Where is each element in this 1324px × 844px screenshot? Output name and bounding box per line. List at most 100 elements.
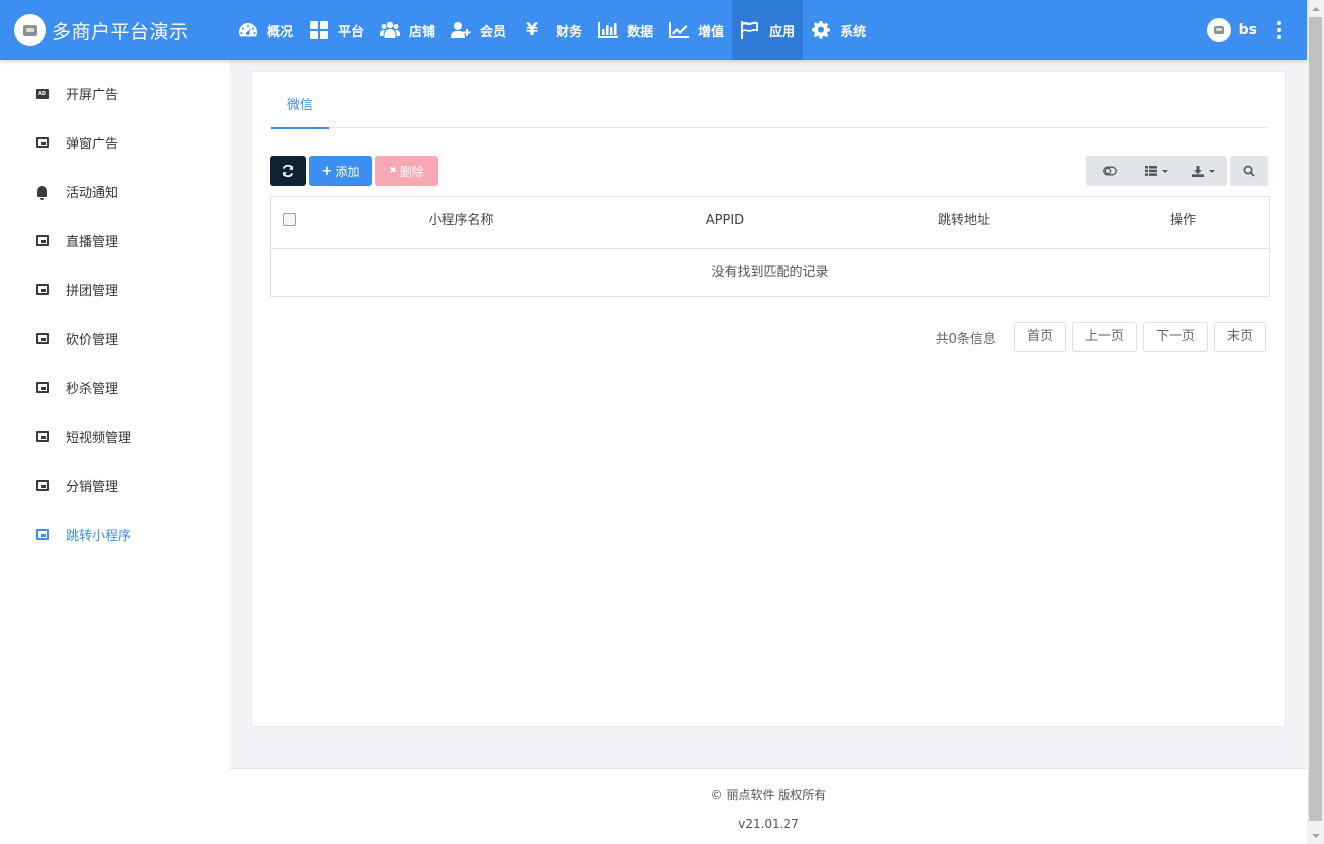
ad-frame-icon [35, 431, 49, 443]
toggle-view-button[interactable] [1086, 156, 1133, 186]
top-navbar: 多商户平台演示 概况 平台 店铺 会员 ¥ 财务 数据 增值 应用 系统 bs [0, 0, 1307, 60]
list-icon [1145, 166, 1157, 176]
brand[interactable]: 多商户平台演示 [0, 0, 230, 60]
nav-item-system[interactable]: 系统 [803, 0, 874, 60]
nav-label: 增值 [698, 24, 725, 40]
user-menu[interactable]: bs [1206, 0, 1285, 60]
table-tools [1086, 156, 1268, 186]
user-plus-icon [451, 22, 471, 38]
tool-group [1086, 156, 1227, 186]
search-icon [1243, 165, 1255, 177]
export-dropdown-button[interactable] [1180, 156, 1227, 186]
ad-frame-icon [35, 529, 49, 541]
nav-label: 数据 [627, 24, 654, 40]
sidebar-item-label: 直播管理 [66, 235, 119, 250]
sidebar-item-mini-program[interactable]: 跳转小程序 [0, 510, 230, 559]
empty-message: 没有找到匹配的记录 [711, 265, 829, 280]
app-title: 多商户平台演示 [52, 20, 189, 43]
ad-frame-icon [35, 333, 49, 345]
column-header-name[interactable]: 小程序名称 [311, 197, 611, 249]
nav-item-platform[interactable]: 平台 [301, 0, 372, 60]
caret-down-icon [1209, 169, 1215, 173]
column-header-appid[interactable]: APPID [611, 197, 839, 249]
download-icon [1192, 165, 1204, 177]
sidebar-item-bargain[interactable]: 砍价管理 [0, 314, 230, 363]
ad-frame-icon [35, 284, 49, 296]
nav-item-members[interactable]: 会员 [443, 0, 514, 60]
next-page-button[interactable]: 下一页 [1142, 322, 1208, 352]
ad-frame-icon [35, 382, 49, 394]
line-chart-icon [669, 22, 690, 38]
nav-label: 会员 [480, 24, 507, 40]
version-text: v21.01.27 [738, 817, 799, 831]
scroll-up-icon[interactable] [1307, 0, 1324, 17]
scrollbar-thumb[interactable] [1309, 17, 1322, 821]
refresh-button[interactable] [270, 156, 306, 186]
sidebar-item-label: 分销管理 [66, 480, 119, 495]
users-icon [380, 21, 401, 38]
sidebar-item-activity-notice[interactable]: 活动通知 [0, 167, 230, 216]
add-button[interactable]: + 添加 [309, 156, 372, 186]
ad-icon: AD [35, 88, 49, 100]
grid-icon [310, 21, 329, 39]
sidebar-item-splash-ad[interactable]: AD 开屏广告 [0, 69, 230, 118]
table-header: 小程序名称 APPID 跳转地址 操作 [271, 197, 1269, 249]
add-button-label: 添加 [335, 164, 360, 179]
sidebar-item-group-buy[interactable]: 拼团管理 [0, 265, 230, 314]
delete-button[interactable]: ✖ 删除 [375, 156, 438, 186]
avatar[interactable] [1206, 18, 1231, 42]
user-name[interactable]: bs [1239, 22, 1257, 38]
more-vertical-icon[interactable] [1273, 19, 1285, 41]
table-toolbar: + 添加 ✖ 删除 [270, 156, 438, 186]
ad-frame-icon [35, 480, 49, 492]
nav-label: 财务 [556, 24, 583, 40]
sidebar-item-label: 开屏广告 [66, 88, 119, 103]
tab-bar: 微信 [271, 72, 1267, 129]
dashboard-icon [239, 23, 257, 37]
sidebar-item-popup-ad[interactable]: 弹窗广告 [0, 118, 230, 167]
refresh-icon [282, 165, 294, 177]
columns-dropdown-button[interactable] [1133, 156, 1180, 186]
nav-item-finance[interactable]: ¥ 财务 [514, 0, 590, 60]
last-page-button[interactable]: 末页 [1213, 322, 1266, 352]
nav-item-overview[interactable]: 概况 [230, 0, 301, 60]
sidebar-item-label: 拼团管理 [66, 284, 119, 299]
column-header-actions: 操作 [1169, 213, 1196, 228]
sidebar: AD 开屏广告 弹窗广告 活动通知 直播管理 拼团管理 砍价管理 秒杀管理 短视… [0, 60, 230, 844]
sidebar-item-label: 短视频管理 [66, 431, 132, 446]
first-page-button[interactable]: 首页 [1013, 322, 1066, 352]
main-nav: 概况 平台 店铺 会员 ¥ 财务 数据 增值 应用 系统 [230, 0, 874, 60]
search-button[interactable] [1230, 156, 1268, 186]
bar-chart-icon [598, 22, 619, 38]
sidebar-item-flash-sale[interactable]: 秒杀管理 [0, 363, 230, 412]
bell-icon [35, 186, 49, 200]
pagination: 共0条信息 首页 上一页 下一页 末页 [936, 322, 1266, 352]
select-all-checkbox[interactable] [283, 213, 296, 226]
gear-icon [812, 21, 831, 39]
sidebar-item-distribution[interactable]: 分销管理 [0, 461, 230, 510]
delete-button-label: 删除 [399, 164, 424, 179]
nav-item-value-added[interactable]: 增值 [661, 0, 732, 60]
sidebar-item-label: 弹窗广告 [66, 137, 119, 152]
nav-label: 应用 [769, 24, 796, 40]
flag-icon [741, 21, 759, 39]
vertical-scrollbar[interactable] [1307, 0, 1324, 844]
nav-label: 店铺 [409, 24, 436, 40]
nav-label: 概况 [267, 24, 294, 40]
sidebar-item-live[interactable]: 直播管理 [0, 216, 230, 265]
nav-item-data[interactable]: 数据 [590, 0, 661, 60]
sidebar-item-label: 活动通知 [66, 186, 119, 201]
data-table: 小程序名称 APPID 跳转地址 操作 没有找到匹配的记录 [270, 196, 1270, 297]
plus-icon: + [321, 163, 333, 179]
sidebar-item-short-video[interactable]: 短视频管理 [0, 412, 230, 461]
tab-wechat[interactable]: 微信 [271, 72, 330, 129]
sidebar-item-label: 跳转小程序 [66, 529, 132, 544]
column-header-url[interactable]: 跳转地址 [839, 197, 1089, 249]
nav-item-shops[interactable]: 店铺 [372, 0, 443, 60]
ad-frame-icon [35, 235, 49, 247]
scroll-down-icon[interactable] [1307, 827, 1324, 844]
content-card: 微信 + 添加 ✖ 删除 小程序名称 APPID 跳转地址 操作 没有找到匹配的… [251, 71, 1286, 727]
nav-item-apps[interactable]: 应用 [732, 0, 804, 60]
nav-label: 系统 [840, 24, 867, 40]
prev-page-button[interactable]: 上一页 [1071, 322, 1137, 352]
